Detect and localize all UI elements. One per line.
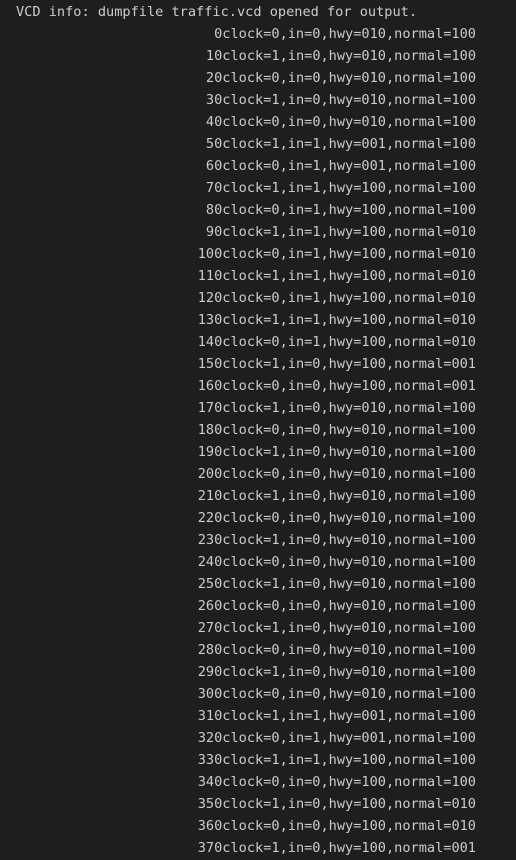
output-line: 40clock=0,in=0,hwy=010,normal=100: [205, 114, 476, 130]
output-line: 240clock=0,in=0,hwy=010,normal=100: [197, 554, 476, 570]
vcd-info-line: VCD info: dumpfile traffic.vcd opened fo…: [16, 4, 418, 20]
output-line: 300clock=0,in=0,hwy=010,normal=100: [197, 686, 476, 702]
terminal-panel[interactable]: VCD info: dumpfile traffic.vcd opened fo…: [0, 0, 516, 860]
output-line: 20clock=0,in=0,hwy=010,normal=100: [205, 70, 476, 86]
simulation-output: 0clock=0,in=0,hwy=010,normal=100 10clock=…: [198, 23, 476, 859]
output-line: 260clock=0,in=0,hwy=010,normal=100: [197, 598, 476, 614]
output-line: 10clock=1,in=0,hwy=010,normal=100: [205, 48, 476, 64]
output-line: 100clock=0,in=1,hwy=100,normal=010: [197, 246, 476, 262]
output-line: 270clock=1,in=0,hwy=010,normal=100: [197, 620, 476, 636]
output-line: 180clock=0,in=0,hwy=010,normal=100: [197, 422, 476, 438]
output-line: 340clock=0,in=0,hwy=100,normal=100: [197, 774, 476, 790]
output-line: 150clock=1,in=0,hwy=100,normal=001: [197, 356, 476, 372]
output-line: 230clock=1,in=0,hwy=010,normal=100: [197, 532, 476, 548]
output-line: 210clock=1,in=0,hwy=010,normal=100: [197, 488, 476, 504]
output-line: 110clock=1,in=1,hwy=100,normal=010: [197, 268, 476, 284]
output-line: 60clock=0,in=1,hwy=001,normal=100: [205, 158, 476, 174]
output-line: 360clock=0,in=0,hwy=100,normal=010: [197, 818, 476, 834]
output-line: 200clock=0,in=0,hwy=010,normal=100: [197, 466, 476, 482]
output-line: 50clock=1,in=1,hwy=001,normal=100: [205, 136, 476, 152]
output-line: 280clock=0,in=0,hwy=010,normal=100: [197, 642, 476, 658]
output-line: 320clock=0,in=1,hwy=001,normal=100: [197, 730, 476, 746]
output-line: 0clock=0,in=0,hwy=010,normal=100: [214, 26, 476, 42]
output-line: 350clock=1,in=0,hwy=100,normal=010: [197, 796, 476, 812]
output-line: 220clock=0,in=0,hwy=010,normal=100: [197, 510, 476, 526]
output-line: 140clock=0,in=1,hwy=100,normal=010: [197, 334, 476, 350]
output-line: 90clock=1,in=1,hwy=100,normal=010: [205, 224, 476, 240]
output-line: 80clock=0,in=1,hwy=100,normal=100: [205, 202, 476, 218]
output-line: 190clock=1,in=0,hwy=010,normal=100: [197, 444, 476, 460]
output-line: 370clock=1,in=0,hwy=100,normal=001: [197, 840, 476, 856]
output-line: 310clock=1,in=1,hwy=001,normal=100: [197, 708, 476, 724]
output-line: 170clock=1,in=0,hwy=010,normal=100: [197, 400, 476, 416]
output-line: 160clock=0,in=0,hwy=100,normal=001: [197, 378, 476, 394]
output-line: 290clock=1,in=0,hwy=010,normal=100: [197, 664, 476, 680]
output-line: 120clock=0,in=1,hwy=100,normal=010: [197, 290, 476, 306]
output-line: 30clock=1,in=0,hwy=010,normal=100: [205, 92, 476, 108]
output-line: 250clock=1,in=0,hwy=010,normal=100: [197, 576, 476, 592]
output-line: 70clock=1,in=1,hwy=100,normal=100: [205, 180, 476, 196]
output-line: 130clock=1,in=1,hwy=100,normal=010: [197, 312, 476, 328]
output-line: 330clock=1,in=1,hwy=100,normal=100: [197, 752, 476, 768]
